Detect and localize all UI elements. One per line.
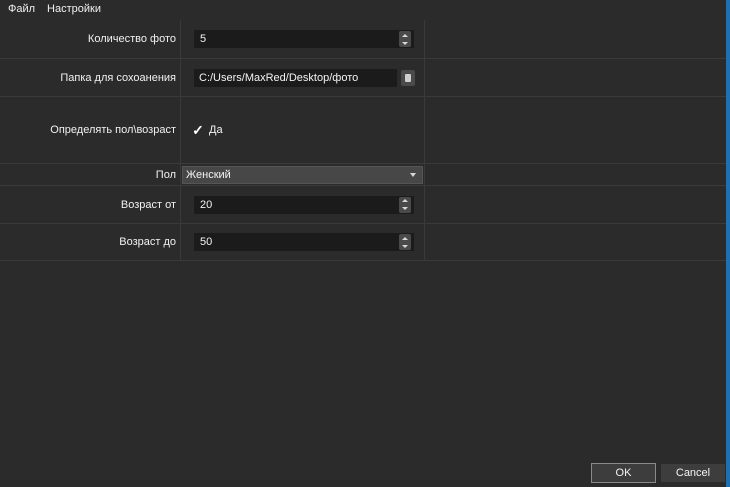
row-age-to: Возраст до 50 (0, 224, 726, 261)
age-from-cell: 20 (182, 186, 425, 223)
age-from-spin-buttons[interactable] (399, 196, 411, 213)
detect-gender-age-cell: ✓ Да (182, 97, 425, 163)
folder-icon (405, 73, 411, 82)
window-edge (726, 0, 730, 487)
checkmark-icon[interactable]: ✓ (192, 123, 204, 137)
age-to-cell: 50 (182, 224, 425, 260)
spin-up-icon[interactable] (402, 236, 408, 240)
save-folder-cell: C:/Users/MaxRed/Desktop/фото (182, 59, 425, 96)
photo-count-spinbox[interactable]: 5 (194, 30, 414, 48)
photo-count-cell: 5 (182, 20, 425, 58)
settings-form: Количество фото 5 Папка для сохоанения C… (0, 20, 726, 261)
age-to-spinbox[interactable]: 50 (194, 233, 414, 251)
spin-down-icon[interactable] (402, 244, 408, 248)
cancel-button[interactable]: Cancel (660, 463, 726, 483)
spin-down-icon[interactable] (402, 41, 408, 45)
ok-button[interactable]: OK (591, 463, 656, 483)
chevron-down-icon[interactable] (410, 173, 416, 177)
gender-label: Пол (0, 164, 181, 185)
row-photo-count: Количество фото 5 (0, 20, 726, 59)
age-from-spinbox[interactable]: 20 (194, 195, 414, 214)
menu-file[interactable]: Файл (8, 3, 35, 15)
age-from-label: Возраст от (0, 186, 181, 223)
save-folder-label: Папка для сохоанения (0, 59, 181, 96)
spin-up-icon[interactable] (402, 199, 408, 202)
age-to-label: Возраст до (0, 224, 181, 260)
detect-gender-age-label: Определять пол\возраст (0, 97, 181, 163)
spin-down-icon[interactable] (402, 207, 408, 210)
row-gender: Пол Женский (0, 164, 726, 186)
save-folder-input[interactable]: C:/Users/MaxRed/Desktop/фото (194, 68, 397, 87)
menu-bar: Файл Настройки (0, 0, 730, 18)
menu-settings[interactable]: Настройки (47, 3, 101, 15)
spin-up-icon[interactable] (402, 33, 408, 37)
checkbox-label[interactable]: Да (209, 124, 223, 136)
detect-gender-age-checkbox[interactable]: ✓ Да (192, 123, 223, 137)
row-detect-gender-age: Определять пол\возраст ✓ Да (0, 97, 726, 164)
gender-cell: Женский (182, 164, 425, 185)
age-from-value[interactable]: 20 (195, 199, 399, 211)
photo-count-spin-buttons[interactable] (399, 31, 411, 47)
age-to-value[interactable]: 50 (195, 236, 399, 248)
gender-dropdown[interactable]: Женский (182, 166, 423, 184)
gender-selected-value[interactable]: Женский (186, 169, 410, 181)
age-to-spin-buttons[interactable] (399, 234, 411, 250)
row-age-from: Возраст от 20 (0, 186, 726, 224)
photo-count-label: Количество фото (0, 20, 181, 58)
photo-count-value[interactable]: 5 (195, 33, 399, 45)
browse-folder-button[interactable] (401, 69, 415, 86)
row-save-folder: Папка для сохоанения C:/Users/MaxRed/Des… (0, 59, 726, 97)
